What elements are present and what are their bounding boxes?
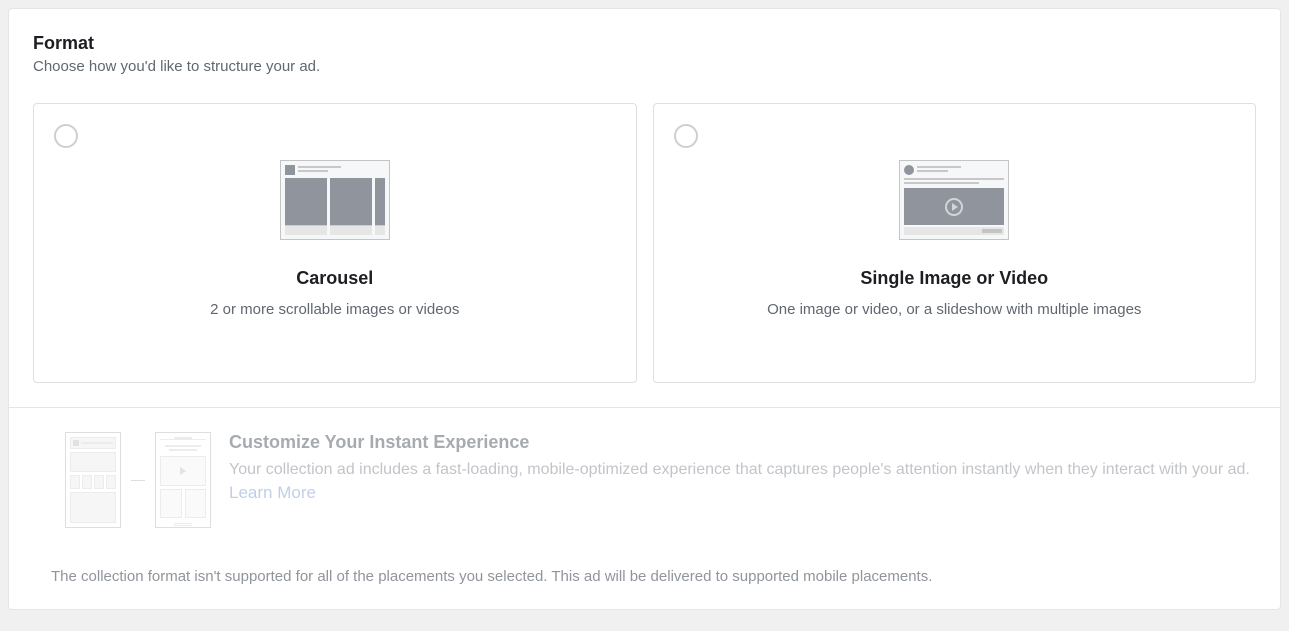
carousel-title: Carousel <box>296 268 373 289</box>
section-title: Format <box>33 33 1256 54</box>
carousel-description: 2 or more scrollable images or videos <box>210 301 459 318</box>
card-content: Single Image or Video One image or video… <box>674 124 1236 318</box>
format-section: Format Choose how you'd like to structur… <box>8 8 1281 610</box>
single-preview-icon <box>899 160 1009 240</box>
instant-experience-description: Your collection ad includes a fast-loadi… <box>229 459 1256 506</box>
instant-experience-icon <box>65 432 211 528</box>
instant-experience-title: Customize Your Instant Experience <box>229 432 1256 453</box>
section-subtitle: Choose how you'd like to structure your … <box>33 58 1256 75</box>
placement-warning: The collection format isn't supported fo… <box>33 568 1256 585</box>
learn-more-link[interactable]: Learn More <box>229 483 316 502</box>
play-icon <box>945 198 963 216</box>
format-options: Carousel 2 or more scrollable images or … <box>33 103 1256 383</box>
single-description: One image or video, or a slideshow with … <box>767 301 1141 318</box>
format-option-carousel[interactable]: Carousel 2 or more scrollable images or … <box>33 103 637 383</box>
radio-single[interactable] <box>674 124 698 148</box>
card-content: Carousel 2 or more scrollable images or … <box>54 124 616 318</box>
instant-experience-section: Customize Your Instant Experience Your c… <box>33 432 1256 528</box>
carousel-preview-icon <box>280 160 390 240</box>
radio-carousel[interactable] <box>54 124 78 148</box>
single-title: Single Image or Video <box>860 268 1048 289</box>
format-option-single[interactable]: Single Image or Video One image or video… <box>653 103 1257 383</box>
arrow-icon <box>131 480 145 481</box>
instant-experience-text: Customize Your Instant Experience Your c… <box>229 432 1256 506</box>
divider <box>9 407 1280 408</box>
